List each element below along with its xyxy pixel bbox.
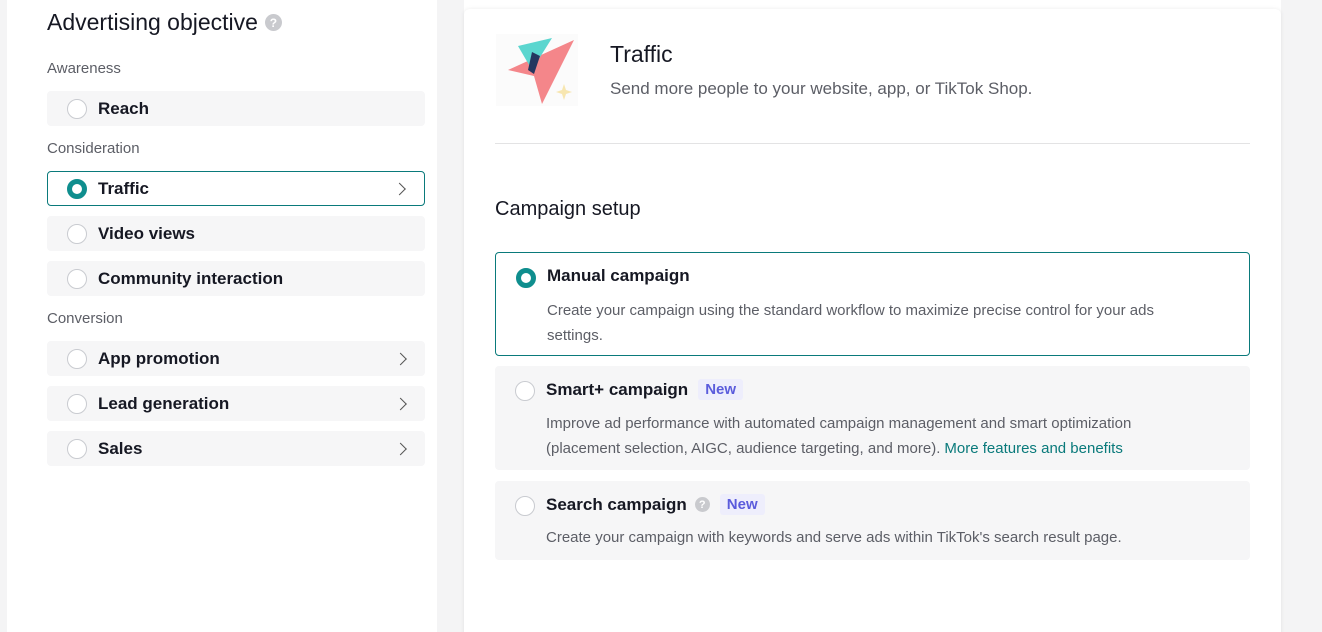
objective-description: Send more people to your website, app, o… bbox=[610, 79, 1033, 98]
chevron-right-icon bbox=[394, 442, 407, 455]
objective-heading: Advertising objective ? bbox=[47, 9, 282, 36]
campaign-description-text: Create your campaign with keywords and s… bbox=[546, 529, 1122, 546]
question-circle-icon[interactable]: ? bbox=[264, 14, 282, 31]
radio-button-checked[interactable] bbox=[516, 268, 536, 288]
objective-title: Traffic bbox=[610, 41, 673, 67]
radio-button[interactable] bbox=[67, 223, 87, 244]
new-badge: New bbox=[698, 379, 744, 400]
objective-option-lead-generation[interactable]: Lead generation bbox=[47, 386, 425, 421]
option-label: Sales bbox=[98, 438, 143, 458]
campaign-title-text: Smart+ campaign bbox=[546, 379, 689, 399]
option-label: Traffic bbox=[98, 178, 150, 198]
radio-button-checked[interactable] bbox=[67, 178, 87, 199]
campaign-option-manual[interactable]: Manual campaign Create your campaign usi… bbox=[495, 252, 1250, 356]
radio-button[interactable] bbox=[67, 348, 87, 369]
option-label: Lead generation bbox=[98, 393, 230, 413]
campaign-option-smart-plus[interactable]: Smart+ campaign New Improve ad performan… bbox=[495, 366, 1250, 470]
option-label: App promotion bbox=[98, 348, 220, 368]
objective-option-video-views[interactable]: Video views bbox=[47, 216, 425, 251]
group-label-consideration: Consideration bbox=[47, 140, 140, 157]
chevron-right-icon bbox=[394, 352, 407, 365]
campaign-title: Manual campaign bbox=[547, 266, 690, 286]
radio-button[interactable] bbox=[67, 438, 87, 459]
objective-option-sales[interactable]: Sales bbox=[47, 431, 425, 466]
campaign-setup-title: Campaign setup bbox=[495, 198, 641, 220]
objective-option-community-interaction[interactable]: Community interaction bbox=[47, 261, 425, 296]
option-label: Reach bbox=[98, 98, 150, 118]
objective-title: Advertising objective bbox=[47, 9, 258, 35]
campaign-option-search[interactable]: Search campaign ? New Create your campai… bbox=[495, 481, 1250, 560]
radio-button[interactable] bbox=[515, 496, 535, 516]
radio-button[interactable] bbox=[67, 98, 87, 119]
option-label: Community interaction bbox=[98, 268, 284, 288]
right-gutter bbox=[1281, 0, 1316, 632]
divider bbox=[495, 143, 1250, 144]
radio-button[interactable] bbox=[67, 393, 87, 414]
panel-gap bbox=[437, 0, 464, 632]
campaign-description-text: Create your campaign using the standard … bbox=[547, 302, 1154, 344]
option-label: Video views bbox=[98, 223, 196, 243]
campaign-title: Search campaign ? New bbox=[546, 494, 765, 515]
chevron-right-icon bbox=[394, 397, 407, 410]
new-badge: New bbox=[719, 494, 765, 515]
scroll-edge bbox=[1316, 0, 1322, 632]
campaign-title-text: Manual campaign bbox=[547, 266, 690, 285]
campaign-description: Create your campaign using the standard … bbox=[547, 298, 1207, 348]
group-label-conversion: Conversion bbox=[47, 310, 123, 327]
paper-plane-icon bbox=[496, 34, 578, 106]
objective-option-reach[interactable]: Reach bbox=[47, 91, 425, 126]
question-circle-icon[interactable]: ? bbox=[694, 497, 710, 512]
group-label-awareness: Awareness bbox=[47, 60, 121, 77]
radio-button[interactable] bbox=[67, 268, 87, 289]
campaign-description: Create your campaign with keywords and s… bbox=[546, 525, 1206, 550]
objective-option-traffic[interactable]: Traffic bbox=[47, 171, 425, 206]
radio-button[interactable] bbox=[515, 381, 535, 401]
more-features-link[interactable]: More features and benefits bbox=[944, 440, 1122, 457]
campaign-title-text: Search campaign bbox=[546, 494, 687, 514]
campaign-title: Smart+ campaign New bbox=[546, 379, 744, 400]
campaign-description: Improve ad performance with automated ca… bbox=[546, 411, 1206, 461]
chevron-right-icon bbox=[393, 182, 406, 195]
objective-option-app-promotion[interactable]: App promotion bbox=[47, 341, 425, 376]
left-gutter bbox=[0, 0, 7, 632]
